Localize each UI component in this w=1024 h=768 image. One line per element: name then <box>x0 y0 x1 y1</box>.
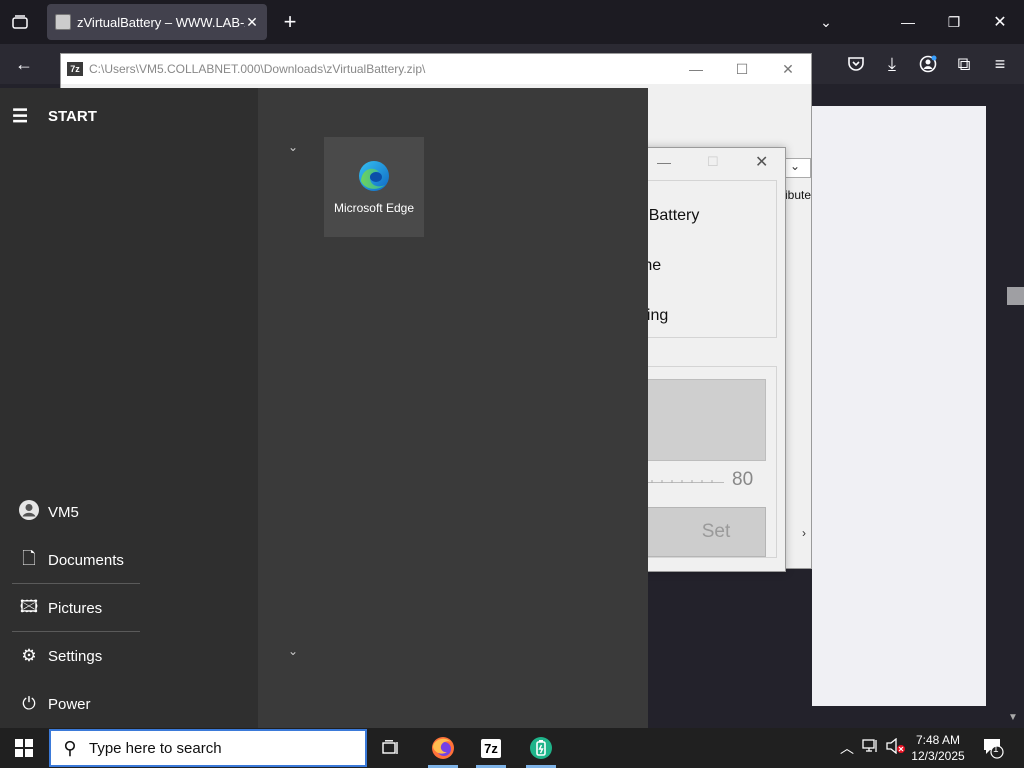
taskbar-zvirtualbattery[interactable] <box>518 728 564 768</box>
start-divider <box>12 631 140 632</box>
power-icon: ⏻ <box>22 694 36 713</box>
start-button[interactable] <box>0 728 48 768</box>
start-menu-header[interactable]: ☰ START <box>12 106 97 127</box>
7zip-maximize-icon[interactable]: ☐ <box>719 61 765 78</box>
user-name: VM5 <box>48 503 79 521</box>
tab-close-icon[interactable]: ✕ <box>245 14 259 31</box>
list-tabs-chevron-icon[interactable]: ⌄ <box>814 10 838 34</box>
menu-hamburger-icon[interactable]: ≡ <box>988 52 1012 76</box>
notification-count: 1 <box>993 744 999 755</box>
7zip-minimize-icon[interactable]: — <box>673 61 719 77</box>
back-arrow-icon[interactable]: ← <box>12 52 36 76</box>
close-icon[interactable]: ✕ <box>988 10 1012 34</box>
tab-overview-icon[interactable] <box>8 10 32 34</box>
horizontal-scroll-right-icon[interactable]: › <box>797 526 811 546</box>
start-item-pictures[interactable]: 🖾 Pictures <box>10 585 140 631</box>
battery-level-value: 80 <box>732 469 754 490</box>
taskbar-clock[interactable]: 7:48 AM 12/3/2025 <box>906 732 970 764</box>
tile-microsoft-edge[interactable]: Microsoft Edge <box>324 137 424 237</box>
start-menu: ☰ START ⌄ Microsoft Edge ⌄ VM5 🗋 Documen… <box>0 88 648 728</box>
taskbar-7zip[interactable]: 7z <box>468 728 514 768</box>
action-center-button[interactable]: 1 <box>982 736 1006 763</box>
start-item-label: Settings <box>48 647 103 665</box>
windows-logo-icon <box>15 739 33 757</box>
user-avatar-icon <box>10 499 48 526</box>
taskbar: ⚲ Type here to search 7z ︿ 7:48 AM 12/3/… <box>0 728 1024 768</box>
taskbar-firefox[interactable] <box>420 728 466 768</box>
gear-icon: ⚙ <box>21 646 37 665</box>
task-view-button[interactable] <box>368 728 414 768</box>
document-icon: 🗋 <box>22 548 36 568</box>
7zip-path-title: C:\Users\VM5.COLLABNET.000\Downloads\zVi… <box>89 62 426 76</box>
page-scrollbar-thumb[interactable] <box>1007 287 1024 305</box>
edge-logo-icon <box>359 161 389 191</box>
new-tab-button[interactable]: + <box>278 9 302 34</box>
start-item-documents[interactable]: 🗋 Documents <box>10 537 140 583</box>
start-item-settings[interactable]: ⚙ Settings <box>10 633 140 679</box>
search-icon: ⚲ <box>63 737 77 758</box>
tab-title: zVirtualBattery – WWW.LAB-Z.C <box>77 14 245 30</box>
clock-date: 12/3/2025 <box>911 749 965 763</box>
group-collapse-chevron-icon[interactable]: ⌄ <box>288 140 298 154</box>
column-header-attributes[interactable]: ibute <box>785 188 811 202</box>
restore-icon[interactable]: ❐ <box>942 10 966 34</box>
start-item-user[interactable]: VM5 <box>10 489 140 535</box>
taskbar-search-input[interactable]: ⚲ Type here to search <box>49 729 367 767</box>
start-header-label: START <box>48 108 97 125</box>
set-button-label: Set <box>701 521 731 542</box>
start-item-label: Documents <box>48 551 124 569</box>
task-view-icon <box>382 740 398 754</box>
group-collapse-chevron-icon-2[interactable]: ⌄ <box>288 644 298 658</box>
start-item-label: Power <box>48 695 91 713</box>
firefox-icon <box>432 737 454 759</box>
web-page-body <box>812 106 986 706</box>
tab-zvirtualbattery[interactable]: zVirtualBattery – WWW.LAB-Z.C ✕ <box>47 4 267 40</box>
downloads-icon[interactable]: ⤓ <box>880 52 904 76</box>
battery-app-icon <box>530 737 552 759</box>
7zip-close-icon[interactable]: ✕ <box>765 61 811 78</box>
dialog-close-icon[interactable]: ✕ <box>755 152 768 172</box>
clock-time: 7:48 AM <box>915 733 961 747</box>
7zip-app-icon: 7z <box>67 62 83 76</box>
network-icon[interactable] <box>862 738 880 757</box>
7zip-titlebar: 7z C:\Users\VM5.COLLABNET.000\Downloads\… <box>61 54 811 84</box>
scroll-down-arrow-icon[interactable]: ▼ <box>1008 712 1018 723</box>
start-item-label: Pictures <box>48 599 103 617</box>
page-favicon-icon <box>55 14 71 30</box>
dialog-minimize-icon[interactable]: — <box>657 154 671 170</box>
start-item-power[interactable]: ⏻ Power <box>10 681 140 727</box>
show-hidden-icons-chevron-icon[interactable]: ︿ <box>840 738 854 758</box>
browser-tab-bar: zVirtualBattery – WWW.LAB-Z.C ✕ + ⌄ — ❐ … <box>0 0 1024 44</box>
start-menu-rail <box>0 88 258 728</box>
start-expand-hamburger-icon[interactable]: ☰ <box>12 106 38 127</box>
search-placeholder: Type here to search <box>89 739 222 757</box>
start-divider <box>12 583 140 584</box>
volume-muted-icon[interactable] <box>886 737 906 757</box>
7zip-taskbar-icon: 7z <box>481 738 501 758</box>
pocket-icon[interactable] <box>844 52 868 76</box>
minimize-icon[interactable]: — <box>896 10 920 34</box>
dialog-maximize-icon: ☐ <box>707 154 719 169</box>
picture-icon: 🖾 <box>19 596 39 616</box>
tile-label: Microsoft Edge <box>333 201 415 215</box>
extensions-icon[interactable]: ⧉ <box>952 52 976 76</box>
account-icon[interactable] <box>916 52 940 76</box>
